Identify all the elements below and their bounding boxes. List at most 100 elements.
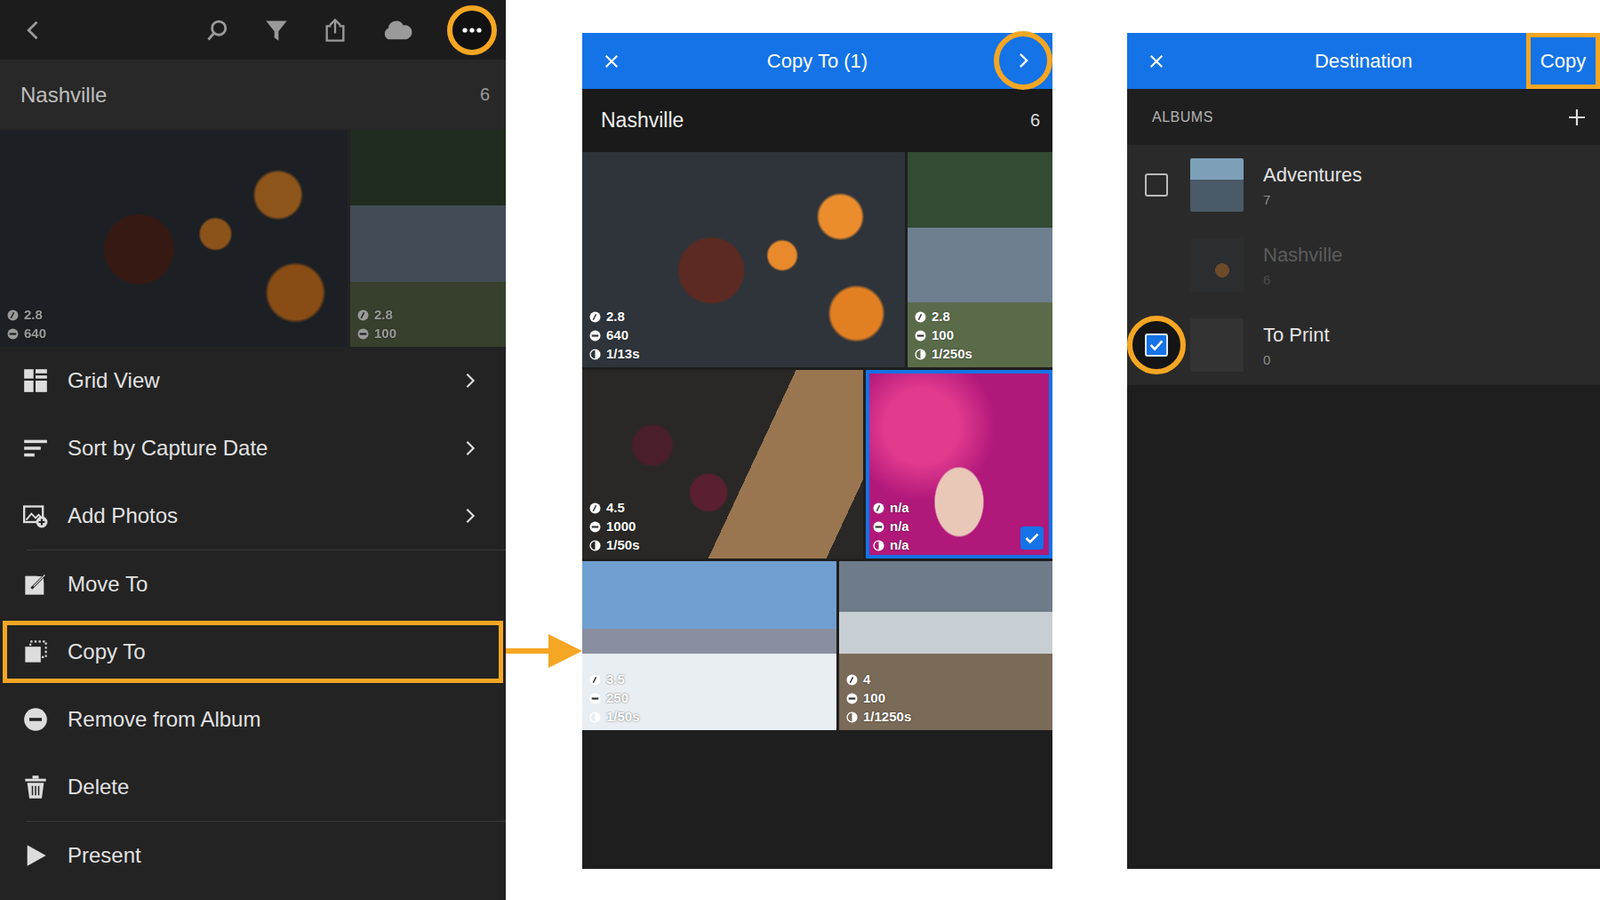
photo[interactable]: 2.8 640 1/13s xyxy=(582,152,905,368)
more-icon xyxy=(461,26,483,34)
cloud-icon[interactable] xyxy=(381,19,414,41)
album-screen: Nashville 6 2.8 640 2.8 100 Grid View Sor… xyxy=(0,0,506,900)
photo-strip: 2.8 640 2.8 100 xyxy=(0,129,506,347)
iso-icon xyxy=(589,692,601,704)
photo[interactable]: 2.8 100 1/250s xyxy=(907,152,1053,368)
photo-row: 2.8 640 1/13s 2.8 100 1/250s xyxy=(582,152,1053,368)
menu-item[interactable]: Delete xyxy=(0,752,506,821)
copy-to-screen: Copy To (1) Nashville 6 2.8 640 1/13s 2.… xyxy=(582,32,1053,869)
iso-value: 100 xyxy=(931,327,954,344)
sort-icon xyxy=(23,435,48,461)
photo-metadata: 2.8 100 xyxy=(357,306,397,342)
checkbox[interactable] xyxy=(1144,173,1168,197)
menu-item[interactable]: Add Photos xyxy=(0,481,506,550)
search-icon[interactable] xyxy=(205,17,231,43)
toolbar xyxy=(0,0,506,60)
shutter-icon xyxy=(872,539,885,552)
aperture-value: n/a xyxy=(889,499,910,516)
album-name: To Print xyxy=(1263,323,1330,347)
menu-item[interactable]: Grid View xyxy=(0,346,506,415)
iso-value: 640 xyxy=(606,327,629,344)
shutter-value: 1/13s xyxy=(606,345,640,362)
iso-icon xyxy=(846,692,858,704)
menu-group: Grid View Sort by Capture Date Add Photo… xyxy=(25,346,506,551)
check-icon xyxy=(1146,335,1167,355)
chevron-right-icon xyxy=(1018,52,1029,69)
menu-label: Delete xyxy=(67,774,476,800)
menu-item[interactable]: Present xyxy=(0,821,506,889)
shutter-value: 1/1250s xyxy=(863,708,912,725)
album-thumbnail xyxy=(1190,158,1244,212)
photo[interactable]: 2.8 100 xyxy=(350,129,506,347)
menu-item[interactable]: Remove from Album xyxy=(0,685,506,753)
photo-metadata: n/a n/a n/a xyxy=(872,499,910,553)
album-info: To Print 0 xyxy=(1263,323,1330,368)
grid-icon xyxy=(23,368,48,393)
photo[interactable]: 4.5 1000 1/50s xyxy=(582,369,864,559)
menu-item[interactable]: Sort by Capture Date xyxy=(0,414,506,482)
shutter-icon xyxy=(846,711,858,723)
menu-label: Grid View xyxy=(67,368,465,393)
shutter-icon xyxy=(589,348,601,360)
shutter-value: 1/50s xyxy=(606,536,640,553)
more-button[interactable] xyxy=(447,5,497,56)
photo-metadata: 4.5 1000 1/50s xyxy=(589,499,640,553)
album-count: 6 xyxy=(1030,110,1040,131)
photo[interactable]: n/a n/a n/a xyxy=(865,369,1053,559)
trash-icon xyxy=(23,774,48,800)
photo[interactable]: 4 100 1/1250s xyxy=(839,560,1053,730)
share-icon[interactable] xyxy=(322,17,348,43)
photo-metadata: 3.5 250 1/50s xyxy=(589,671,640,725)
photo-metadata: 2.8 640 xyxy=(7,306,47,342)
aperture-value: 3.5 xyxy=(606,671,625,688)
arrow-gutter xyxy=(505,0,583,900)
aperture-value: 2.8 xyxy=(606,308,625,325)
back-icon[interactable] xyxy=(21,17,47,43)
photo[interactable]: 2.8 640 xyxy=(0,129,348,347)
iso-icon xyxy=(589,329,601,342)
album-count: 7 xyxy=(1263,192,1362,208)
menu-item[interactable]: Copy To xyxy=(0,617,506,686)
aperture-icon xyxy=(589,673,601,686)
aperture-icon xyxy=(846,673,858,686)
menu-item[interactable]: Move To xyxy=(0,550,506,618)
play-icon xyxy=(23,842,48,868)
menu-group: Present xyxy=(0,821,506,889)
photo[interactable]: 3.5 250 1/50s xyxy=(582,560,837,730)
shutter-value: n/a xyxy=(889,536,910,553)
gutter xyxy=(1052,0,1128,900)
add-photo-icon xyxy=(23,503,48,528)
tutorial-composite: Nashville 6 2.8 640 2.8 100 Grid View Sor… xyxy=(0,0,1600,900)
menu-label: Copy To xyxy=(67,639,476,664)
checkbox-slot xyxy=(1142,250,1171,280)
shutter-icon xyxy=(589,539,601,552)
album-thumbnail xyxy=(1190,238,1244,292)
album-row: Nashville 6 xyxy=(1127,224,1600,305)
album-count: 0 xyxy=(1263,352,1330,368)
chevron-right-icon xyxy=(464,372,476,389)
destination-header: Destination Copy xyxy=(1127,32,1600,89)
aperture-icon xyxy=(589,502,601,514)
chevron-right-icon xyxy=(464,440,476,456)
menu-label: Remove from Album xyxy=(67,706,476,732)
close-icon[interactable] xyxy=(1148,53,1165,70)
next-button[interactable] xyxy=(993,31,1053,90)
copy-to-title: Copy To (1) xyxy=(582,49,1053,73)
menu-label: Present xyxy=(67,842,476,868)
album-row[interactable]: Adventures 7 xyxy=(1127,144,1600,225)
iso-value: n/a xyxy=(889,518,910,535)
photo-row: 4.5 1000 1/50s n/a n/a n/a xyxy=(582,369,1053,559)
checkbox[interactable] xyxy=(1144,333,1168,357)
checkbox-slot xyxy=(1142,330,1171,360)
album-header: Nashville 6 xyxy=(0,59,506,130)
close-icon[interactable] xyxy=(603,53,620,70)
album-row[interactable]: To Print 0 xyxy=(1127,304,1600,385)
album-name: Nashville xyxy=(1263,243,1343,267)
album-count: 6 xyxy=(480,84,490,105)
shutter-value: 1/250s xyxy=(931,345,973,362)
section-label: ALBUMS xyxy=(1152,109,1214,126)
album-thumbnail xyxy=(1190,318,1244,372)
filter-icon[interactable] xyxy=(264,17,289,43)
copy-button[interactable]: Copy xyxy=(1526,32,1600,89)
plus-icon[interactable] xyxy=(1568,108,1586,127)
